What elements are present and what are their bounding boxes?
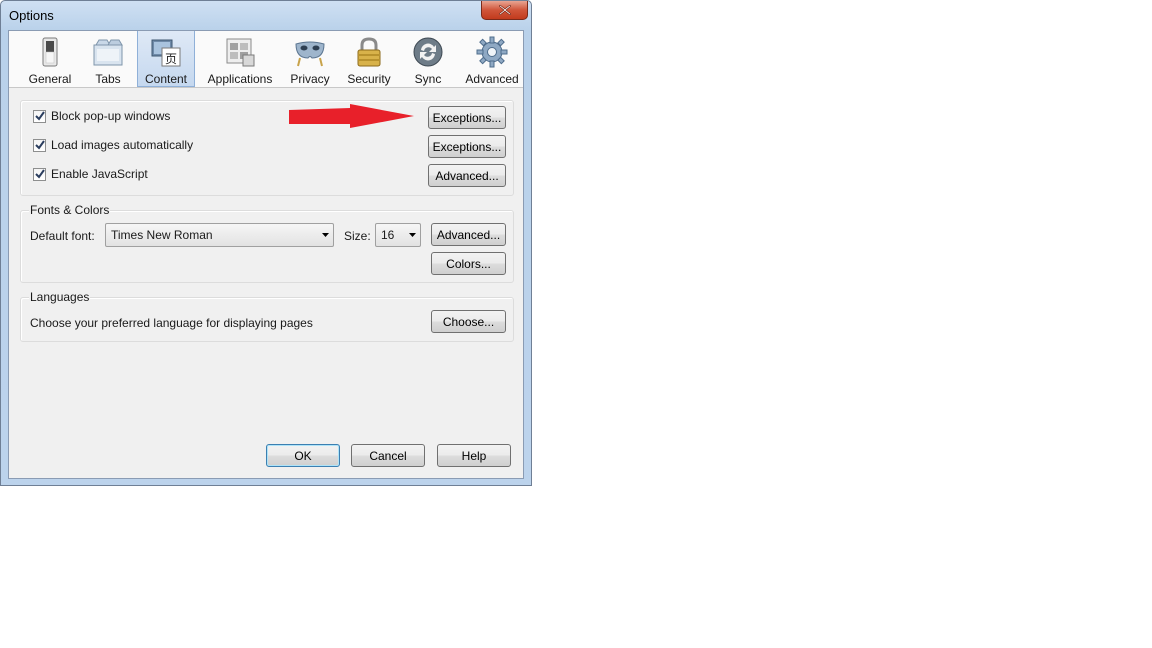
red-arrow-annotation [289,104,414,128]
